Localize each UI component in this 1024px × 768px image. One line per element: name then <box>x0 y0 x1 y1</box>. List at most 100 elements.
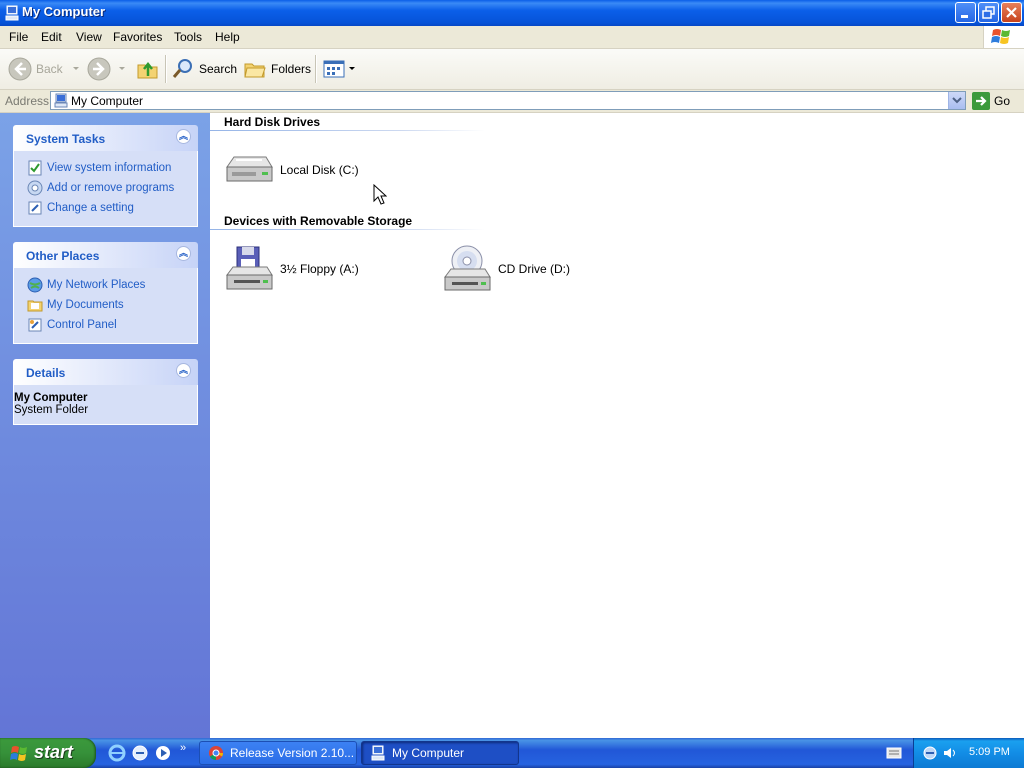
panel-title: Details <box>26 366 66 380</box>
my-network-places-link[interactable]: My Network Places <box>14 275 197 295</box>
details-type: System Folder <box>14 404 89 416</box>
minimize-button[interactable] <box>955 2 976 23</box>
search-button[interactable]: Search <box>171 55 237 83</box>
system-information-icon <box>28 160 42 176</box>
up-folder-button[interactable] <box>136 55 160 83</box>
view-system-information-link[interactable]: View system information <box>14 158 197 178</box>
windows-flag-icon <box>10 746 27 761</box>
system-tray: 5:09 PM <box>913 738 1024 768</box>
network-status-icon[interactable] <box>922 745 938 761</box>
my-documents-icon <box>27 300 43 312</box>
local-disk-c-item[interactable]: Local Disk (C:) <box>224 153 359 187</box>
chevron-down-icon <box>349 67 355 70</box>
taskbar-item-my-computer[interactable]: My Computer <box>361 741 519 765</box>
my-documents-link[interactable]: My Documents <box>14 295 197 315</box>
views-button[interactable] <box>322 55 356 83</box>
cd-drive-icon <box>444 245 491 291</box>
group-divider <box>210 229 485 230</box>
minimize-icon <box>961 15 968 18</box>
up-folder-icon <box>137 61 158 79</box>
panel-title: System Tasks <box>26 132 106 146</box>
change-a-setting-link[interactable]: Change a setting <box>14 198 197 218</box>
back-label: Back <box>36 62 63 76</box>
chevron-down-icon <box>952 97 962 104</box>
item-label: CD Drive (D:) <box>498 262 570 276</box>
toolbar: Back Search Folders <box>0 49 1024 90</box>
go-button[interactable]: Go <box>972 92 1010 110</box>
item-label: Local Disk (C:) <box>280 163 359 177</box>
other-places-panel: Other Places ︽ My Network Places My Docu… <box>13 242 198 344</box>
panel-title: Other Places <box>26 249 100 263</box>
details-panel: Details ︽ My Computer System Folder <box>13 359 198 425</box>
restore-button[interactable] <box>978 2 999 23</box>
back-arrow-icon <box>8 57 32 81</box>
my-computer-icon <box>371 745 385 761</box>
clock[interactable]: 5:09 PM <box>969 746 1010 758</box>
item-label: 3½ Floppy (A:) <box>280 262 359 276</box>
address-label: Address <box>5 94 50 108</box>
quick-launch-more-icon[interactable]: » <box>180 742 186 754</box>
collapse-icon[interactable]: ︽ <box>176 129 191 144</box>
forward-arrow-icon <box>87 57 111 81</box>
floppy-drive-a-item[interactable]: 3½ Floppy (A:) <box>224 245 359 293</box>
cd-drive-d-item[interactable]: CD Drive (D:) <box>442 245 570 293</box>
go-arrow-icon <box>972 92 990 110</box>
menu-view[interactable]: View <box>76 30 102 44</box>
control-panel-link[interactable]: Control Panel <box>14 315 197 335</box>
folders-button[interactable]: Folders <box>243 55 311 83</box>
add-or-remove-programs-link[interactable]: Add or remove programs <box>14 178 197 198</box>
file-view: Hard Disk Drives Local Disk (C:) Devices… <box>210 113 1024 738</box>
task-pane: System Tasks ︽ View system information A… <box>0 113 210 738</box>
network-places-icon <box>27 277 43 293</box>
panel-header[interactable]: Other Places ︽ <box>13 242 198 268</box>
menu-tools[interactable]: Tools <box>174 30 202 44</box>
restore-icon <box>982 6 995 19</box>
windows-flag-icon <box>991 29 1010 44</box>
taskbar-item-release-version[interactable]: Release Version 2.10... <box>199 741 357 765</box>
collapse-icon[interactable]: ︽ <box>176 363 191 378</box>
settings-icon <box>28 201 42 215</box>
group-divider <box>210 130 485 131</box>
mouse-cursor-icon <box>373 184 387 205</box>
group-heading-hard-disk-drives: Hard Disk Drives <box>224 115 321 129</box>
views-icon <box>323 60 345 78</box>
collapse-icon[interactable]: ︽ <box>176 246 191 261</box>
taskbar: start » Release Version 2.10... My Compu… <box>0 738 1024 768</box>
menu-favorites[interactable]: Favorites <box>113 30 162 44</box>
keyboard-icon[interactable] <box>886 746 902 760</box>
folders-label: Folders <box>271 62 312 76</box>
task-label: My Computer <box>392 746 465 760</box>
menu-help[interactable]: Help <box>215 30 240 44</box>
address-field[interactable]: My Computer <box>50 91 966 110</box>
toolbar-separator <box>315 55 317 83</box>
details-name: My Computer <box>14 392 88 404</box>
my-computer-icon <box>5 5 19 21</box>
media-player-icon[interactable] <box>154 744 172 762</box>
close-button[interactable] <box>1001 2 1022 23</box>
volume-icon[interactable] <box>942 745 958 761</box>
search-label: Search <box>199 62 238 76</box>
address-dropdown-button[interactable] <box>948 92 965 109</box>
title-bar[interactable]: My Computer <box>0 0 1024 26</box>
panel-header[interactable]: System Tasks ︽ <box>13 125 198 151</box>
outlook-express-icon[interactable] <box>131 744 149 762</box>
forward-button[interactable] <box>87 55 127 83</box>
folders-icon <box>244 63 266 78</box>
hard-disk-icon <box>226 156 273 182</box>
back-button[interactable]: Back <box>8 55 81 83</box>
internet-explorer-icon[interactable] <box>108 744 126 762</box>
menu-bar: File Edit View Favorites Tools Help <box>0 26 1024 49</box>
window-title: My Computer <box>22 4 106 19</box>
windows-logo <box>983 26 1024 48</box>
system-tasks-panel: System Tasks ︽ View system information A… <box>13 125 198 227</box>
floppy-drive-icon <box>226 246 273 290</box>
menu-edit[interactable]: Edit <box>41 30 62 44</box>
task-label: Release Version 2.10... <box>230 746 355 760</box>
menu-file[interactable]: File <box>9 30 28 44</box>
close-icon <box>1006 7 1017 18</box>
toolbar-separator <box>165 55 167 83</box>
address-value: My Computer <box>71 94 144 108</box>
panel-header[interactable]: Details ︽ <box>13 359 198 385</box>
add-remove-programs-icon <box>27 180 43 196</box>
start-button[interactable]: start <box>0 738 96 768</box>
